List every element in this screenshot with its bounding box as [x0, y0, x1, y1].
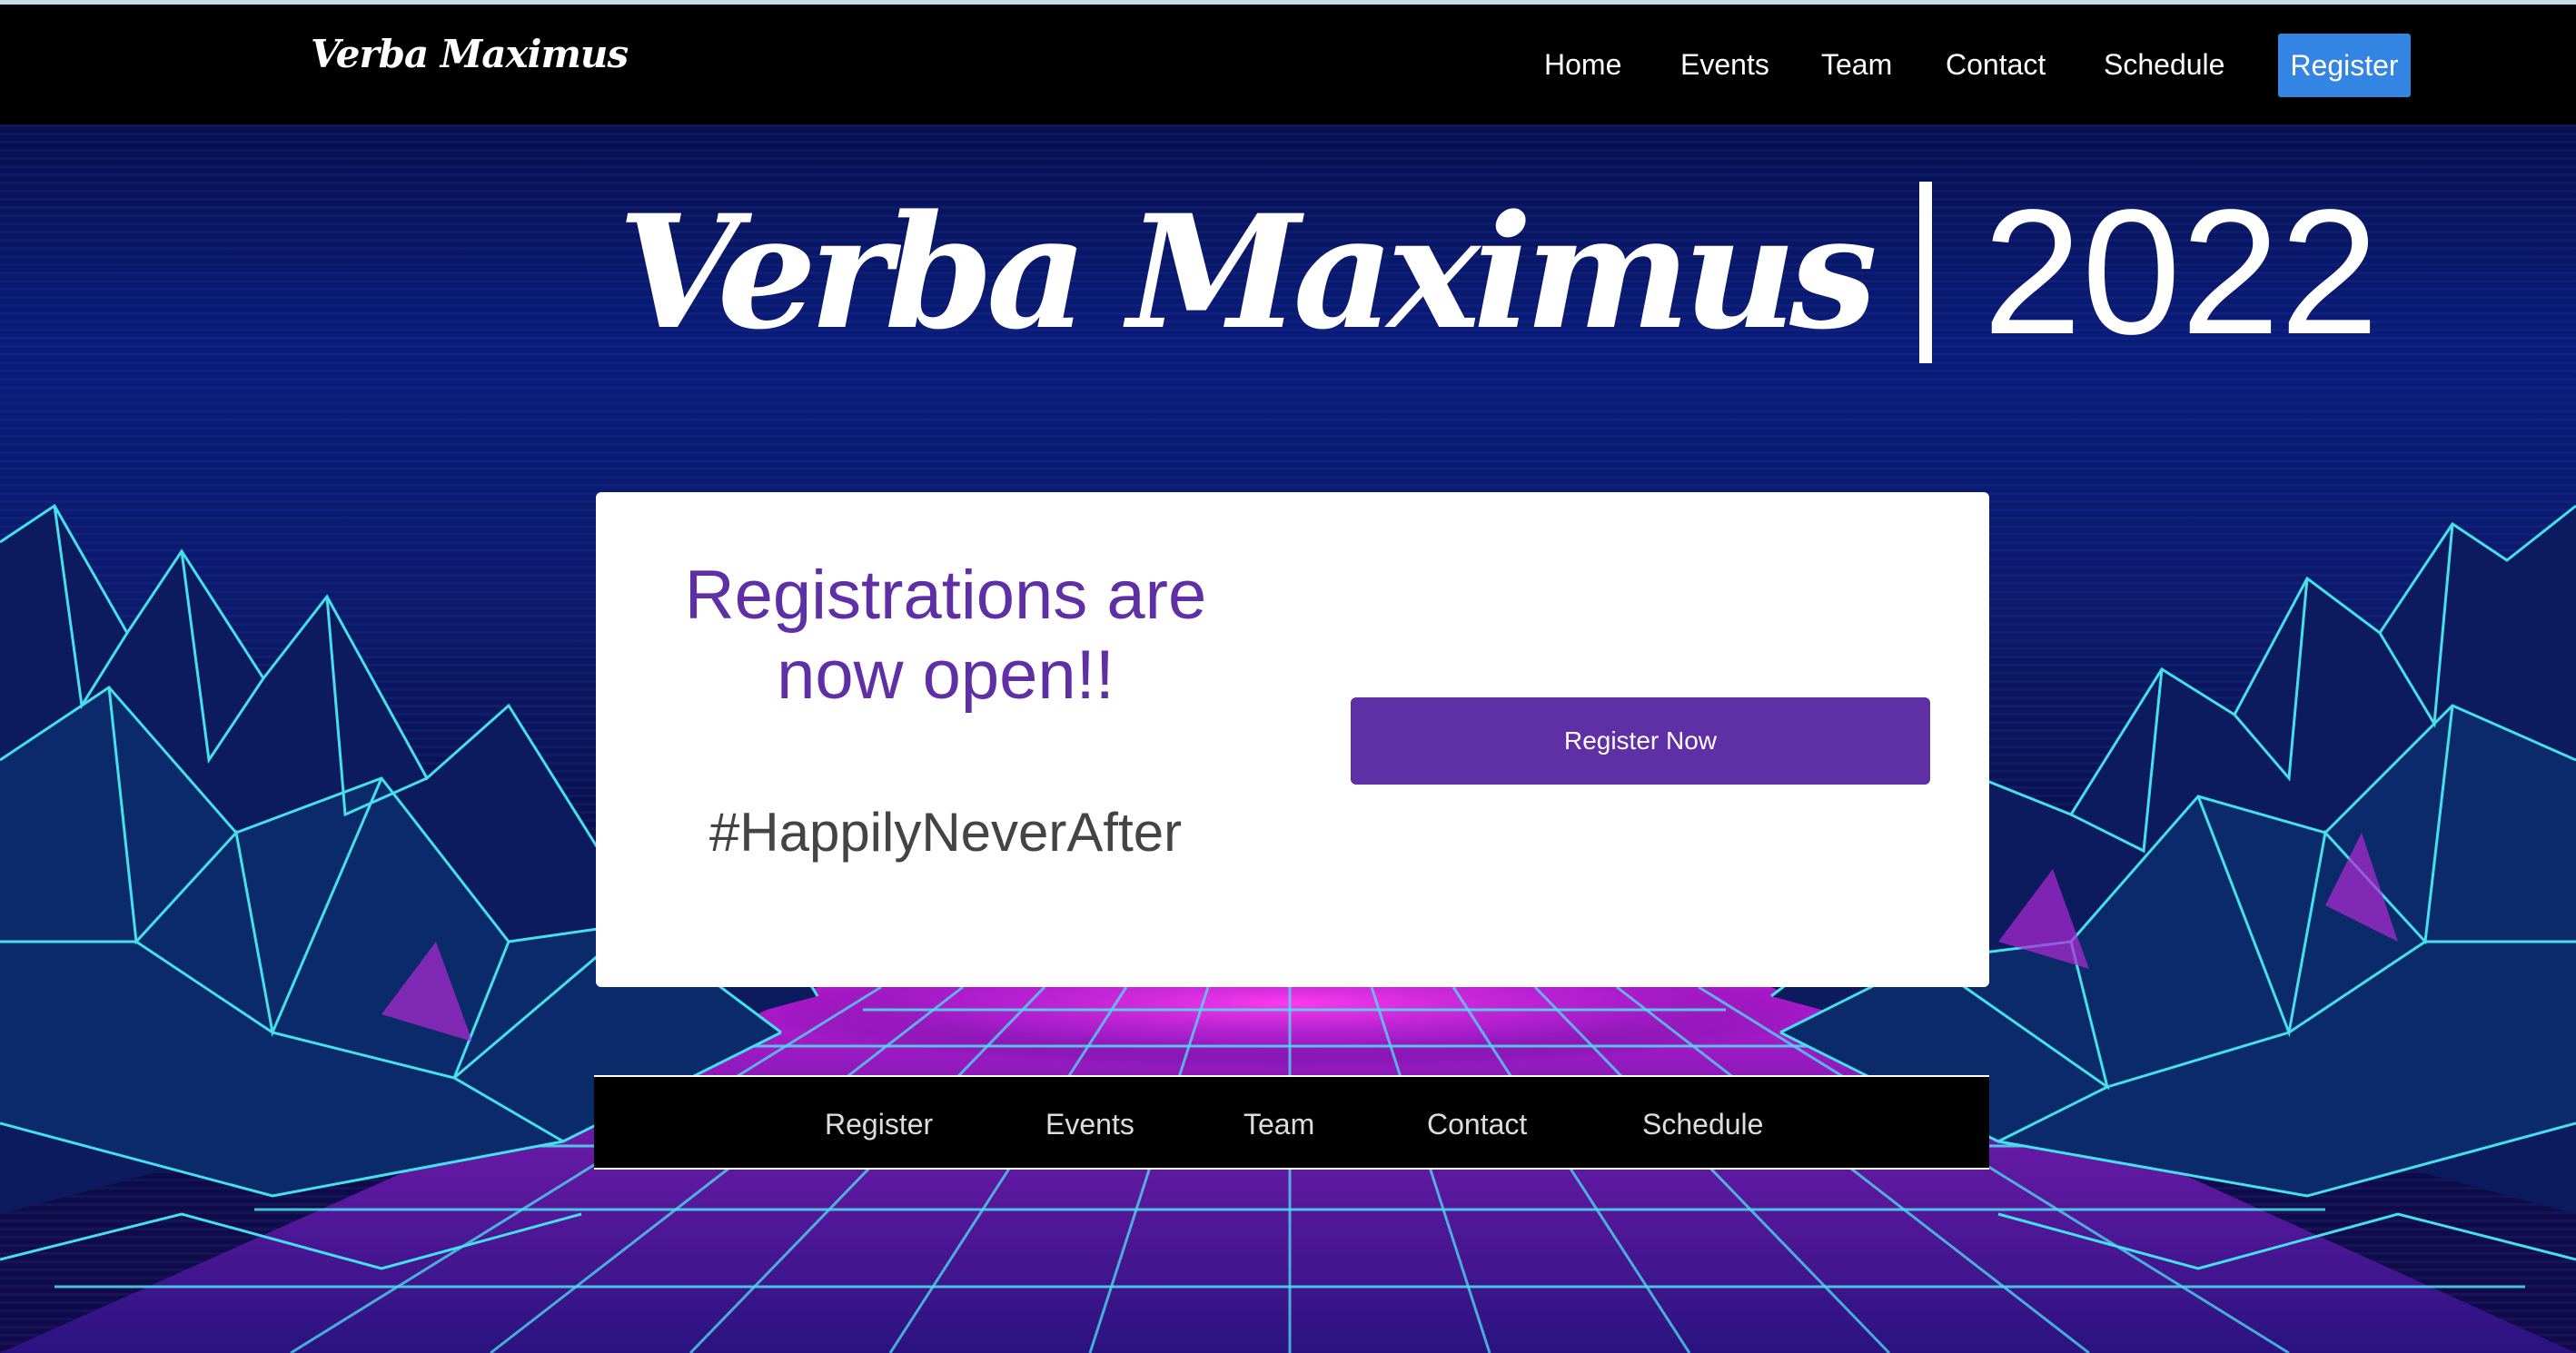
top-navbar: Verba Maximus Home Events Team Contact S…: [0, 5, 2576, 124]
nav-home-link[interactable]: Home: [1544, 48, 1621, 82]
hashtag-text: #HappilyNeverAfter: [708, 802, 1183, 863]
hero-year: 2022: [1982, 173, 2379, 371]
nav-contact-link[interactable]: Contact: [1946, 48, 2046, 82]
hero-event-name: Verba Maximus: [618, 180, 1878, 364]
nav-register-button[interactable]: Register: [2278, 34, 2411, 97]
subnav-schedule-link[interactable]: Schedule: [1642, 1108, 1763, 1141]
registration-heading-line1: Registrations are: [684, 557, 1207, 634]
subnav-contact-link[interactable]: Contact: [1427, 1108, 1527, 1141]
hero-title: Verba Maximus 2022: [618, 182, 2379, 363]
subnav-register-link[interactable]: Register: [825, 1108, 933, 1141]
secondary-navbar: Register Events Team Contact Schedule: [594, 1075, 1989, 1170]
hero-separator: [1918, 182, 1932, 363]
subnav-events-link[interactable]: Events: [1045, 1108, 1134, 1141]
nav-schedule-link[interactable]: Schedule: [2104, 48, 2224, 82]
registration-heading: Registrations are now open!!: [596, 556, 1295, 716]
nav-events-link[interactable]: Events: [1680, 48, 1769, 82]
subnav-team-link[interactable]: Team: [1243, 1108, 1314, 1141]
nav-team-link[interactable]: Team: [1821, 48, 1892, 82]
registration-heading-line2: now open!!: [777, 637, 1115, 714]
registration-card: Registrations are now open!! #HappilyNev…: [596, 492, 1989, 987]
register-now-button[interactable]: Register Now: [1351, 697, 1930, 785]
nav-links: Home Events Team Contact Schedule Regist…: [0, 5, 2576, 124]
